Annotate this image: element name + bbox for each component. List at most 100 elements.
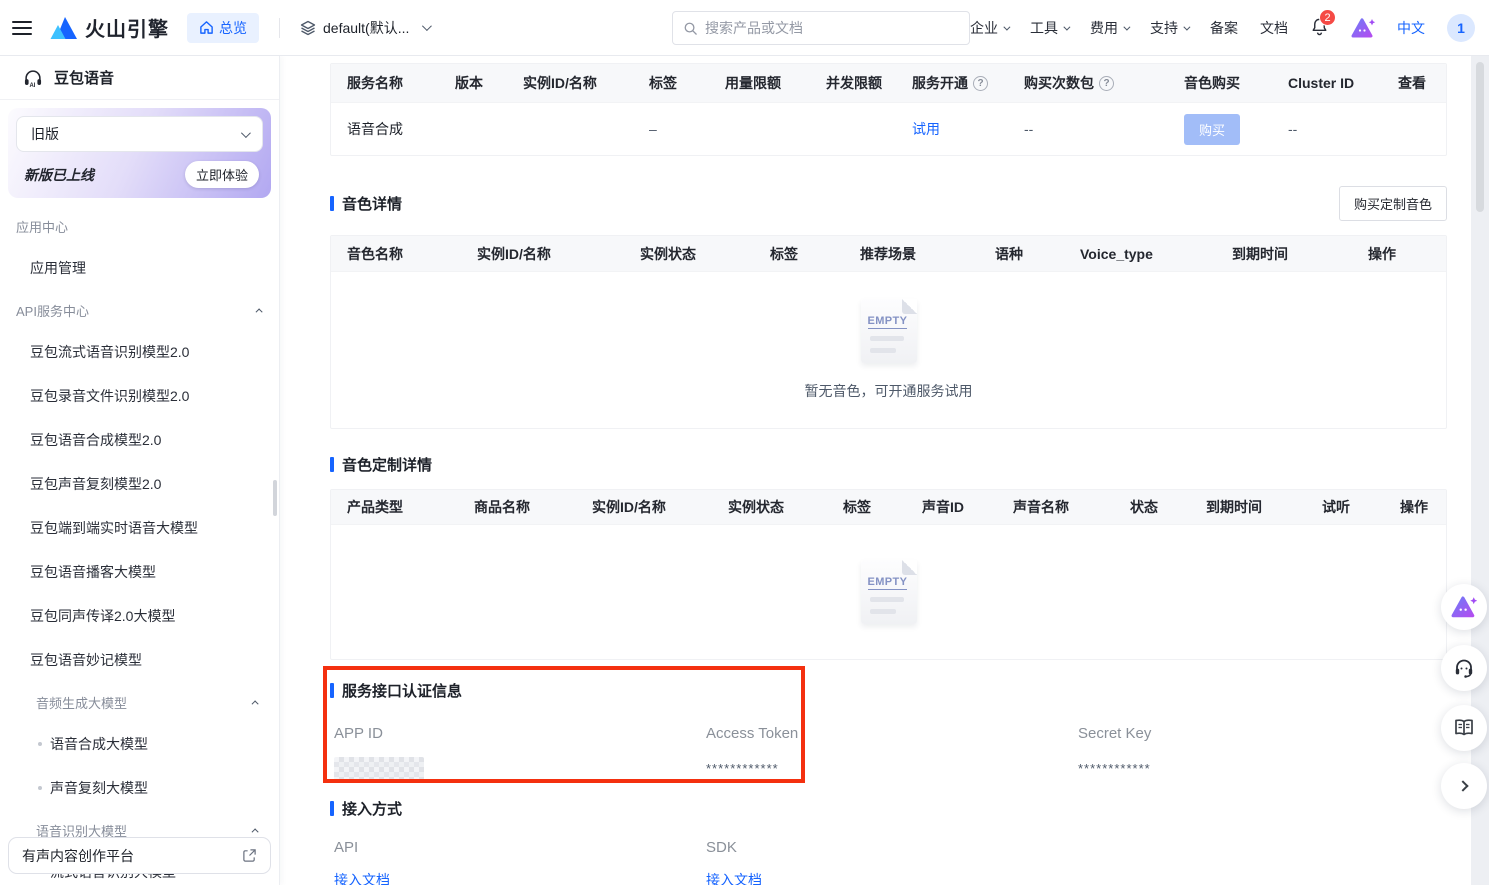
voice-detail-table-header: 音色名称 实例ID/名称 实例状态 标签 推荐场景 语种 Voice_type … xyxy=(331,236,1446,271)
sidebar-scrollbar[interactable] xyxy=(273,480,277,516)
auth-info-title: 服务接口认证信息 xyxy=(330,680,1447,701)
sidebar-item-model-7[interactable]: 豆包语音妙记模型 xyxy=(0,638,279,682)
secret-key-value: ************ xyxy=(1078,756,1446,780)
buy-button[interactable]: 购买 xyxy=(1184,114,1240,145)
col-expire-time: 到期时间 xyxy=(1232,244,1288,264)
secret-key-field: Secret Key ************ xyxy=(1074,725,1446,780)
language-switcher[interactable]: 中文 xyxy=(1397,18,1425,38)
volcano-logo-icon xyxy=(50,16,77,40)
chevron-down-icon xyxy=(1003,23,1010,30)
audio-creation-platform-link[interactable]: 有声内容创作平台 xyxy=(8,837,271,874)
overview-label: 总览 xyxy=(219,18,247,38)
package-cell: -- xyxy=(1008,121,1168,137)
chevron-down-icon xyxy=(241,128,251,138)
voice-detail-table: 音色名称 实例ID/名称 实例状态 标签 推荐场景 语种 Voice_type … xyxy=(330,235,1447,429)
access-token-label: Access Token xyxy=(706,725,1074,742)
access-token-value: ************ xyxy=(706,756,1074,780)
empty-icon-label: EMPTY xyxy=(868,576,908,590)
sidebar-item-model-0[interactable]: 豆包流式语音识别模型2.0 xyxy=(0,330,279,374)
services-table: 服务名称 版本 实例ID/名称 标签 用量限额 并发限额 服务开通 ? 购买次数… xyxy=(330,63,1447,156)
headset-support-icon xyxy=(1452,656,1476,680)
sidebar-item-model-3[interactable]: 豆包声音复刻模型2.0 xyxy=(0,462,279,506)
help-icon[interactable]: ? xyxy=(1099,76,1114,91)
col-voice-name: 音色名称 xyxy=(347,244,403,264)
col-service-open: 服务开通 xyxy=(912,73,968,93)
nav-menu-icp[interactable]: 备案 xyxy=(1210,18,1238,38)
col-scene: 推荐场景 xyxy=(860,244,916,264)
section-api-center[interactable]: API服务中心 xyxy=(0,290,279,330)
empty-doc-icon: EMPTY xyxy=(861,299,917,363)
version-select[interactable]: 旧版 xyxy=(16,116,263,152)
nav-menu-docs[interactable]: 文档 xyxy=(1260,18,1288,38)
sidebar-item-voice-clone-large[interactable]: 声音复刻大模型 xyxy=(0,766,279,810)
menu-hamburger-icon[interactable] xyxy=(12,21,32,35)
ai-assistant-icon xyxy=(1451,595,1477,619)
collapse-panel-button[interactable] xyxy=(1441,763,1487,809)
col-tag: 标签 xyxy=(649,73,677,93)
try-now-button[interactable]: 立即体验 xyxy=(185,161,259,188)
col-language: 语种 xyxy=(995,244,1023,264)
chevron-down-icon xyxy=(1123,23,1130,30)
sdk-doc-link[interactable]: 接入文档 xyxy=(706,872,762,885)
secret-key-label: Secret Key xyxy=(1078,725,1446,742)
chevron-down-icon xyxy=(1063,23,1070,30)
col-instance: 实例ID/名称 xyxy=(523,73,597,93)
top-navbar: 火山引擎 总览 default(默认... 企业 工具 xyxy=(0,0,1489,56)
ai-assistant-icon[interactable] xyxy=(1351,17,1375,39)
col-instance-status: 实例状态 xyxy=(728,497,784,517)
brand-logo[interactable]: 火山引擎 xyxy=(50,13,169,42)
col-actions: 操作 xyxy=(1400,497,1428,517)
api-access-col: API 接入文档 xyxy=(330,839,702,885)
help-icon[interactable]: ? xyxy=(973,76,988,91)
col-voice-type: Voice_type xyxy=(1080,246,1153,262)
layers-icon xyxy=(300,20,316,36)
page-scrollbar-thumb[interactable] xyxy=(1476,62,1484,212)
notifications-button[interactable]: 2 xyxy=(1310,17,1329,39)
overview-tab[interactable]: 总览 xyxy=(187,13,259,43)
sidebar-item-model-6[interactable]: 豆包同声传译2.0大模型 xyxy=(0,594,279,638)
access-token-field: Access Token ************ xyxy=(702,725,1074,780)
docs-float-button[interactable] xyxy=(1441,705,1487,751)
col-service-name: 服务名称 xyxy=(347,73,403,93)
project-selector[interactable]: default(默认... xyxy=(300,18,429,38)
access-method-title: 接入方式 xyxy=(330,798,1447,819)
search-icon xyxy=(683,21,698,36)
trial-link[interactable]: 试用 xyxy=(912,121,940,137)
sidebar-item-model-2[interactable]: 豆包语音合成模型2.0 xyxy=(0,418,279,462)
col-purchase-package: 购买次数包 xyxy=(1024,73,1094,93)
svg-text:AI: AI xyxy=(30,82,36,88)
sidebar-item-tts-large[interactable]: 语音合成大模型 xyxy=(0,722,279,766)
nav-menu-enterprise[interactable]: 企业 xyxy=(970,18,1008,38)
col-product-name: 商品名称 xyxy=(474,497,530,517)
menu-label: 费用 xyxy=(1090,18,1118,38)
col-cluster-id: Cluster ID xyxy=(1288,75,1354,91)
navbar-right: 企业 工具 费用 支持 备案 文档 2 xyxy=(970,0,1475,56)
voice-detail-title: 音色详情 xyxy=(330,193,402,214)
auth-info-section: 服务接口认证信息 APP ID Access Token ***********… xyxy=(330,674,1447,780)
search-input[interactable] xyxy=(705,20,959,36)
sidebar-item-model-4[interactable]: 豆包端到端实时语音大模型 xyxy=(0,506,279,550)
ai-assistant-float-button[interactable] xyxy=(1441,584,1487,630)
buy-custom-voice-button[interactable]: 购买定制音色 xyxy=(1339,186,1447,221)
col-status: 状态 xyxy=(1130,497,1158,517)
nav-menu-tools[interactable]: 工具 xyxy=(1030,18,1068,38)
api-doc-link[interactable]: 接入文档 xyxy=(334,872,390,885)
support-float-button[interactable] xyxy=(1441,645,1487,691)
open-book-icon xyxy=(1452,716,1476,740)
nav-menu-support[interactable]: 支持 xyxy=(1150,18,1188,38)
product-header: AI 豆包语音 xyxy=(0,56,279,100)
user-avatar[interactable]: 1 xyxy=(1447,14,1475,42)
col-voice-name: 声音名称 xyxy=(1013,497,1069,517)
group-audio-generation[interactable]: 音频生成大模型 xyxy=(0,682,279,722)
section-label: API服务中心 xyxy=(16,301,89,320)
brand-name: 火山引擎 xyxy=(85,13,169,42)
cluster-id-cell: -- xyxy=(1272,121,1382,137)
voice-custom-empty-state: EMPTY xyxy=(331,524,1446,659)
sidebar-item-app-management[interactable]: 应用管理 xyxy=(0,246,279,290)
sidebar-item-model-5[interactable]: 豆包语音播客大模型 xyxy=(0,550,279,594)
chevron-up-icon xyxy=(256,308,263,315)
global-search[interactable] xyxy=(672,11,970,45)
menu-label: 文档 xyxy=(1260,18,1288,38)
sidebar-item-model-1[interactable]: 豆包录音文件识别模型2.0 xyxy=(0,374,279,418)
nav-menu-billing[interactable]: 费用 xyxy=(1090,18,1128,38)
